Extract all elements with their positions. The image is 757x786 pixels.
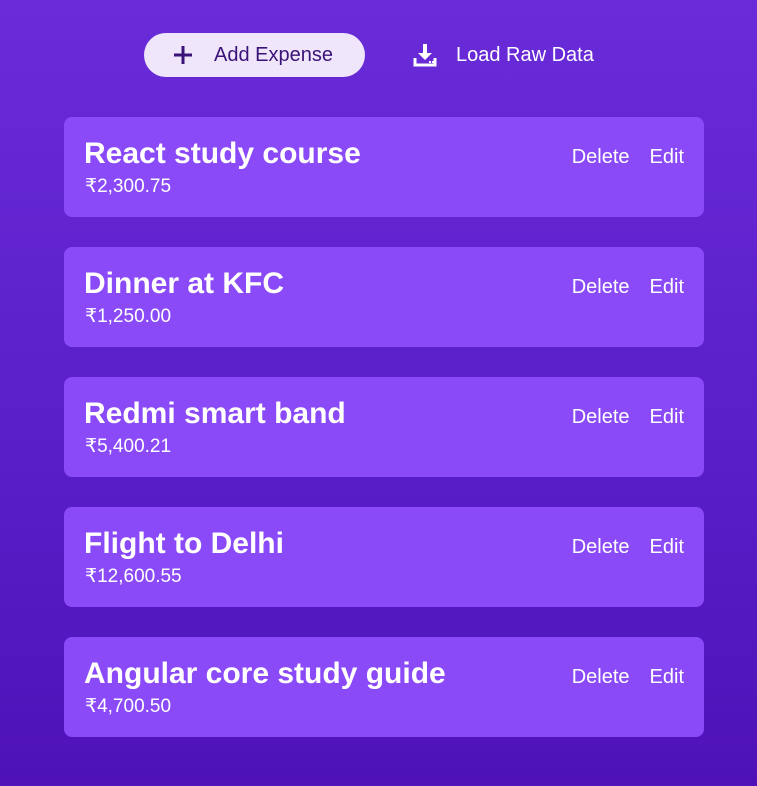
edit-button[interactable]: Edit (650, 276, 684, 299)
expense-actions: Delete Edit (572, 406, 684, 429)
expense-actions: Delete Edit (572, 276, 684, 299)
delete-button[interactable]: Delete (572, 666, 630, 689)
add-expense-button[interactable]: Add Expense (144, 33, 365, 77)
expense-title: Angular core study guide (84, 657, 446, 690)
expense-actions: Delete Edit (572, 666, 684, 689)
toolbar: Add Expense Load Raw Data (0, 33, 757, 77)
add-expense-label: Add Expense (214, 43, 333, 66)
download-icon (413, 43, 437, 67)
expense-card: Flight to Delhi ₹12,600.55 Delete Edit (64, 507, 704, 607)
expense-title: React study course (84, 137, 361, 170)
expense-title: Redmi smart band (84, 397, 346, 430)
expense-card: Dinner at KFC ₹1,250.00 Delete Edit (64, 247, 704, 347)
edit-button[interactable]: Edit (650, 666, 684, 689)
expense-actions: Delete Edit (572, 146, 684, 169)
expense-amount: ₹5,400.21 (85, 436, 172, 457)
expense-amount: ₹1,250.00 (85, 306, 172, 327)
plus-icon (174, 46, 192, 64)
expense-list: React study course ₹2,300.75 Delete Edit… (64, 117, 704, 767)
edit-button[interactable]: Edit (650, 536, 684, 559)
delete-button[interactable]: Delete (572, 406, 630, 429)
delete-button[interactable]: Delete (572, 276, 630, 299)
expense-actions: Delete Edit (572, 536, 684, 559)
delete-button[interactable]: Delete (572, 146, 630, 169)
edit-button[interactable]: Edit (650, 146, 684, 169)
delete-button[interactable]: Delete (572, 536, 630, 559)
expense-card: Angular core study guide ₹4,700.50 Delet… (64, 637, 704, 737)
expense-amount: ₹4,700.50 (85, 696, 172, 717)
expense-amount: ₹12,600.55 (85, 566, 182, 587)
load-raw-data-label: Load Raw Data (456, 43, 594, 66)
expense-title: Dinner at KFC (84, 267, 285, 300)
expense-amount: ₹2,300.75 (85, 176, 172, 197)
expense-title: Flight to Delhi (84, 527, 284, 560)
edit-button[interactable]: Edit (650, 406, 684, 429)
expense-card: Redmi smart band ₹5,400.21 Delete Edit (64, 377, 704, 477)
expense-card: React study course ₹2,300.75 Delete Edit (64, 117, 704, 217)
load-raw-data-button[interactable]: Load Raw Data (413, 33, 594, 77)
